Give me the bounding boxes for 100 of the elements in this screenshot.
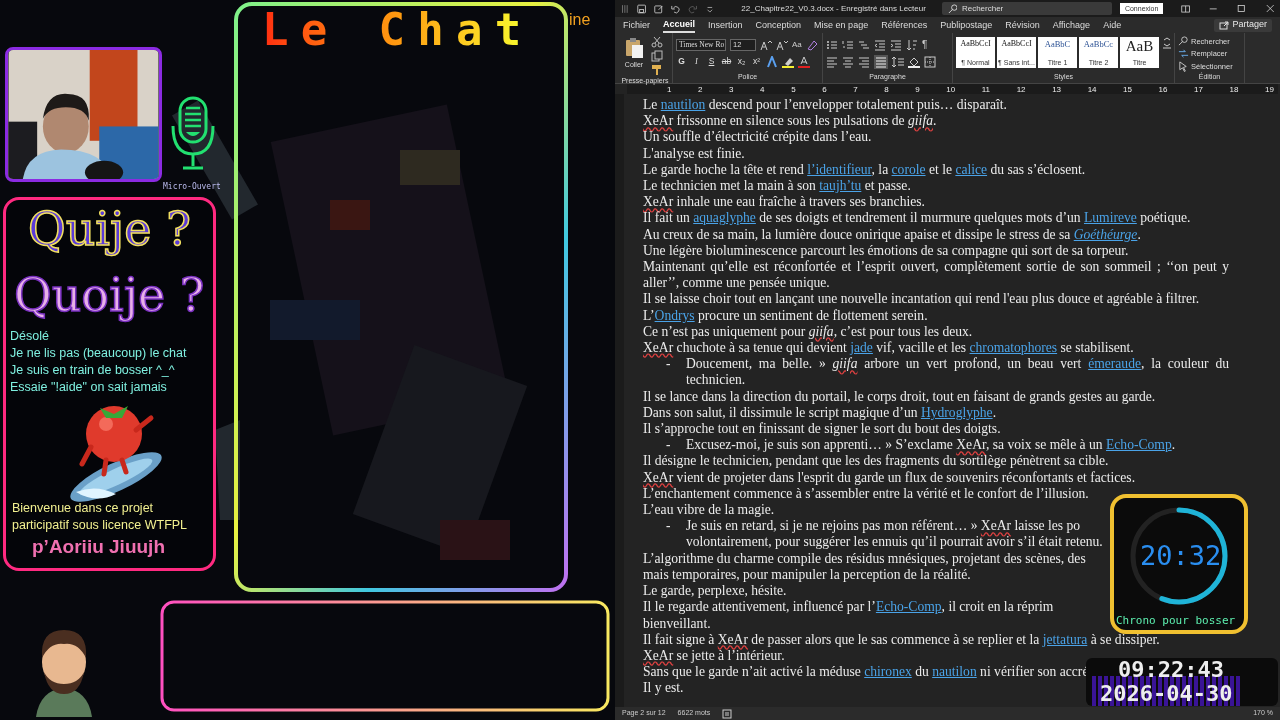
numbered-list-icon[interactable] — [842, 38, 854, 51]
align-right-icon[interactable] — [858, 55, 870, 68]
document-link[interactable]: Lumireve — [1083, 210, 1137, 226]
style-preview-text: AaBbC — [1044, 38, 1071, 50]
highlighter-icon[interactable] — [782, 55, 794, 68]
autosave-toggle-icon[interactable] — [621, 2, 629, 15]
ruler-number: 19 — [1265, 84, 1274, 94]
document-paragraph: Le technicien met la main à son taujh’tu et passe. — [643, 178, 911, 195]
format-button[interactable]: x² — [751, 55, 762, 68]
ribbon-tab[interactable]: Insertion — [708, 17, 743, 33]
document-link[interactable]: Echo-Comp — [875, 599, 942, 615]
format-button[interactable]: G — [676, 55, 687, 68]
ruler-number: 4 — [760, 84, 765, 94]
document-paragraph: Un souffle d’électricité crépite dans l’eau. — [643, 129, 872, 146]
style-preview-text: AaBbCcI — [960, 38, 991, 50]
document-link[interactable]: Hydroglyphe — [920, 404, 993, 420]
ribbon-tab[interactable]: Fichier — [623, 17, 650, 33]
document-paragraph: Au creux de sa main, la lumière douce onirique apaise et dissipe le stress de sa Goéthéurge. — [643, 226, 1141, 243]
style-preview-text: AaB — [1125, 38, 1154, 54]
increase-indent-icon[interactable] — [890, 38, 902, 51]
style-preview-text: AaBbCc — [1083, 38, 1114, 50]
ruler-number: 5 — [791, 84, 796, 94]
multilevel-list-icon[interactable] — [858, 38, 870, 51]
clock-time: 09:22:43 — [1118, 658, 1224, 682]
document-link[interactable]: aquaglyphe — [693, 210, 756, 226]
borders-icon[interactable] — [924, 55, 936, 68]
shrink-font-icon[interactable] — [776, 38, 788, 51]
save-icon[interactable] — [636, 2, 646, 15]
timer-time: 20:32 — [1140, 541, 1222, 571]
format-button[interactable]: S — [706, 55, 717, 68]
document-link[interactable]: chromatophores — [969, 340, 1058, 356]
ribbon-tab[interactable]: Aide — [1103, 17, 1122, 33]
document-link[interactable]: Ondrys — [654, 307, 695, 323]
ribbon-tab[interactable]: Conception — [755, 17, 802, 33]
align-center-icon[interactable] — [842, 55, 854, 68]
edit-icon[interactable] — [653, 2, 664, 15]
ruler-number: 2 — [698, 84, 703, 94]
document-paragraph: XeAr chuchote à sa tenue qui devient jade vif, vacille et les chromatophores se stabilisent. — [643, 340, 1134, 357]
grow-font-icon[interactable] — [760, 38, 772, 51]
document-link[interactable]: calice — [955, 161, 988, 177]
ribbon-display-icon[interactable] — [1181, 2, 1191, 15]
line-spacing-icon[interactable] — [892, 55, 904, 68]
document-paragraph: Il fait un aquaglyphe de ses doigts et tendrement il murmure quelques mots d’un Lumireve poétique. — [643, 210, 1191, 227]
format-button[interactable]: x₂ — [736, 55, 747, 68]
ruler-number: 3 — [729, 84, 734, 94]
close-icon[interactable] — [1265, 3, 1274, 14]
format-button[interactable]: ab — [721, 55, 732, 68]
ruler-number: 7 — [853, 84, 858, 94]
justify-icon[interactable] — [874, 54, 888, 69]
change-case-button[interactable]: Aa — [792, 38, 802, 51]
ruler-number: 17 — [1194, 84, 1203, 94]
clear-formatting-icon[interactable] — [805, 38, 818, 51]
list-dash: - — [666, 518, 672, 536]
ribbon-tab[interactable]: Révision — [1005, 17, 1040, 33]
ruler-number: 9 — [915, 84, 920, 94]
ribbon-tab[interactable]: Mise en page — [814, 17, 869, 33]
document-link[interactable]: jade — [850, 340, 873, 356]
search-field[interactable]: Rechercher — [941, 1, 1112, 15]
ruler-number: 10 — [946, 84, 956, 94]
document-link[interactable]: nautilon — [932, 664, 977, 680]
ruler-number: 12 — [1016, 84, 1026, 94]
ruler-number: 13 — [1052, 84, 1062, 94]
document-link[interactable]: l’identifieur — [807, 161, 872, 177]
copy-icon[interactable] — [651, 50, 663, 62]
document-link[interactable]: taujh’tu — [819, 178, 862, 193]
document-paragraph: L’enchantement commence à s’assembler entre la vérité et le confort de l’illusion. — [643, 485, 1089, 503]
shading-icon[interactable] — [908, 55, 920, 68]
document-link[interactable]: nautilon — [660, 97, 706, 112]
style-preview-text: AaBbCcI — [1001, 38, 1032, 50]
document-link[interactable]: chironex — [864, 664, 912, 680]
document-paragraph: Il le regarde attentivement, influencé par l’Echo-Comp, il croit en la réprim bienveillant. — [643, 599, 1054, 632]
document-paragraph: Une légère bioluminescence parcourt les émotions de sa compagne qui sort de sa torpeur. — [643, 242, 1129, 260]
sort-icon[interactable] — [906, 38, 918, 51]
decrease-indent-icon[interactable] — [874, 38, 886, 51]
accessibility-icon[interactable] — [722, 708, 733, 719]
ribbon-tab[interactable]: Affichage — [1052, 17, 1091, 33]
document-link[interactable]: corole — [891, 161, 926, 177]
bullet-list-icon[interactable] — [826, 38, 838, 51]
format-button[interactable]: I — [691, 55, 702, 68]
document-paragraph: L'analyse est finie. — [643, 145, 745, 162]
document-link[interactable]: émeraude — [1088, 356, 1141, 372]
list-dash: - — [666, 437, 672, 454]
share-button[interactable]: Partager — [1214, 18, 1272, 32]
text-effects-icon[interactable] — [766, 55, 778, 68]
maximize-icon[interactable] — [1237, 3, 1246, 14]
font-color-icon[interactable] — [798, 55, 810, 68]
document-link[interactable]: Echo-Comp — [1106, 437, 1172, 453]
scissors-icon[interactable] — [651, 36, 663, 48]
align-left-icon[interactable] — [826, 55, 838, 68]
gallery-scroll-icon[interactable] — [1161, 37, 1173, 49]
document-paragraph: L’Ondrys procure un sentiment de flottement serein. — [643, 307, 928, 324]
brush-icon[interactable] — [651, 64, 663, 76]
document-paragraph: Doucement, ma belle. » giifa arbore un vert profond, un beau vert émeraude, la couleur du technicien. — [686, 356, 1229, 389]
ribbon-tab[interactable]: Publipostage — [940, 17, 993, 33]
ruler-number: 11 — [981, 84, 991, 94]
document-link[interactable]: jettatura — [1042, 631, 1088, 647]
ruler-number: 6 — [822, 84, 827, 94]
ruler-number: 16 — [1158, 84, 1168, 94]
show-marks-button[interactable]: ¶ — [922, 37, 928, 52]
ribbon-tab[interactable]: Références — [881, 17, 928, 33]
